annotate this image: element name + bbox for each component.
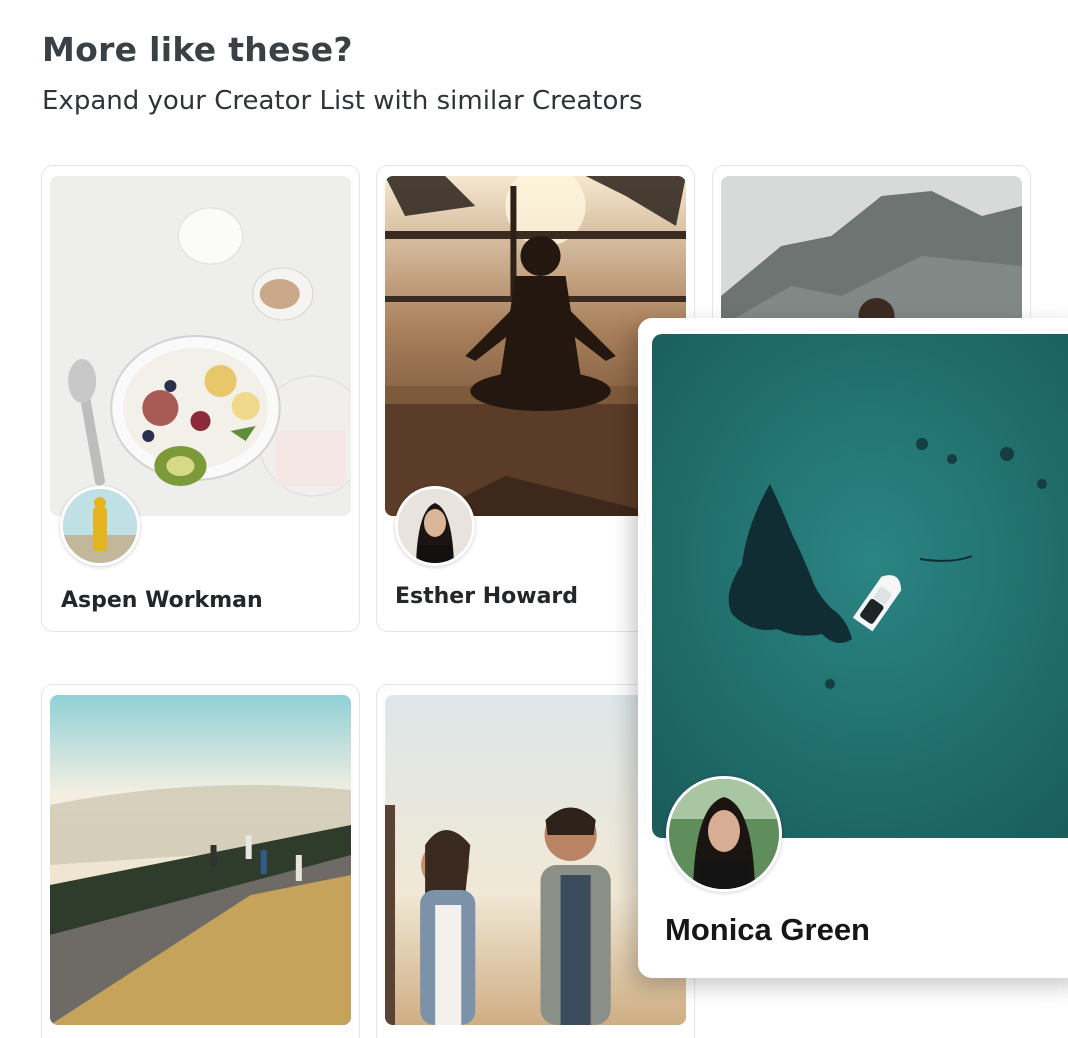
creator-cover-photo [652,334,1068,838]
section-subtitle: Expand your Creator List with similar Cr… [42,86,643,116]
creator-card[interactable] [41,684,360,1038]
section-title: More like these? [42,30,353,69]
creator-name: Aspen Workman [61,588,263,613]
similar-creators-panel: More like these? Expand your Creator Lis… [0,0,1068,1038]
creator-name: Esther Howard [395,584,579,609]
creator-cover-photo [50,176,351,516]
creator-avatar [395,486,475,566]
creator-cover-photo [50,695,351,1025]
creator-name: Monica Green [665,912,870,947]
creator-card[interactable]: Aspen Workman [41,165,360,632]
creator-avatar [60,486,140,566]
creator-avatar [666,776,782,892]
creator-preview-card[interactable]: Monica Green [638,318,1068,978]
